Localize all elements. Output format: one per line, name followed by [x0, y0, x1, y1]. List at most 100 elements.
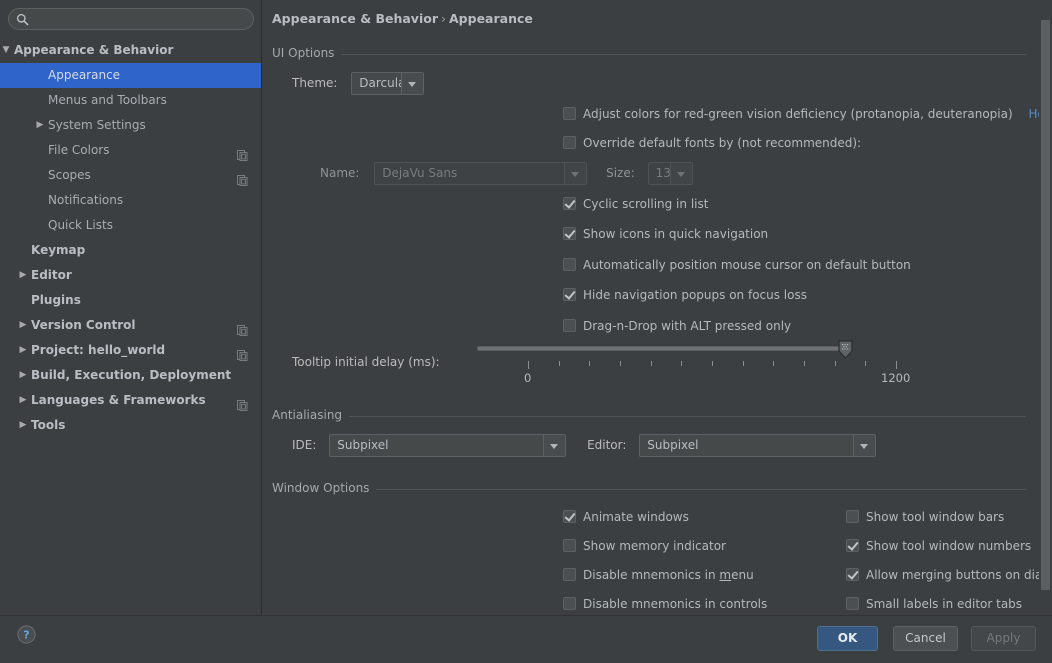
checkbox-row-show-tool-window-numbers[interactable]: Show tool window numbers [846, 539, 1031, 553]
chevron-right-icon[interactable]: ▶ [17, 263, 29, 288]
copy-settings-icon[interactable] [237, 145, 248, 161]
sidebar-item-appearance-behavior[interactable]: ▼ Appearance & Behavior [0, 38, 261, 63]
copy-settings-icon[interactable] [237, 320, 248, 336]
theme-dropdown[interactable]: Darcula [351, 72, 425, 95]
sidebar-item-notifications[interactable]: Notifications [0, 188, 261, 213]
checkbox-cyclic-scrolling-in-list[interactable] [563, 197, 576, 210]
sidebar-item-editor[interactable]: ▶ Editor [0, 263, 261, 288]
checkbox-row-drag-n-drop-with-alt-pressed-only[interactable]: Drag-n-Drop with ALT pressed only [563, 318, 791, 333]
chevron-right-icon[interactable]: ▶ [17, 388, 29, 413]
checkbox-show-tool-window-bars[interactable] [846, 510, 859, 523]
slider-tick [742, 361, 744, 366]
checkbox-drag-n-drop-with-alt-pressed-only[interactable] [563, 318, 576, 332]
tooltip-delay-slider[interactable]: 0 1200 [473, 339, 910, 389]
chevron-right-icon[interactable]: ▶ [17, 413, 29, 438]
override-fonts-checkbox[interactable] [563, 136, 576, 149]
checkbox-small-labels-in-editor-tabs[interactable] [846, 597, 859, 610]
sidebar-item-tools[interactable]: ▶ Tools [0, 413, 261, 438]
slider-thumb[interactable] [838, 340, 853, 359]
checkbox-row-allow-merging-buttons-on-dialogs[interactable]: Allow merging buttons on dialogs [846, 568, 1052, 582]
copy-settings-icon[interactable] [237, 170, 248, 186]
checkbox-row-small-labels-in-editor-tabs[interactable]: Small labels in editor tabs [846, 597, 1022, 611]
font-size-label: Size: [606, 166, 635, 180]
checkbox-animate-windows[interactable] [563, 510, 576, 523]
font-name-value: DejaVu Sans [382, 166, 458, 180]
sidebar-item-menus-and-toolbars[interactable]: Menus and Toolbars [0, 88, 261, 113]
checkbox-hide-navigation-popups-on-focus-loss[interactable] [563, 288, 576, 302]
breadcrumb-separator: › [441, 11, 446, 26]
chevron-right-icon[interactable]: ▶ [17, 313, 29, 338]
slider-tick [558, 361, 560, 366]
copy-settings-icon[interactable] [237, 395, 248, 411]
window-options-title-text: Window Options [272, 481, 377, 495]
chevron-down-icon[interactable] [669, 163, 692, 184]
sidebar-item-keymap[interactable]: Keymap [0, 238, 261, 263]
breadcrumb-parent[interactable]: Appearance & Behavior [272, 11, 438, 26]
sidebar-item-project-hello-world[interactable]: ▶ Project: hello_world [0, 338, 261, 363]
checkbox-row-show-tool-window-bars[interactable]: Show tool window bars [846, 510, 1004, 524]
sidebar-item-languages-frameworks[interactable]: ▶ Languages & Frameworks [0, 388, 261, 413]
ok-button[interactable]: OK [817, 626, 878, 651]
help-button[interactable]: ? [17, 625, 36, 644]
checkbox-show-memory-indicator[interactable] [563, 539, 576, 552]
checkbox-row-disable-mnemonics-in-controls[interactable]: Disable mnemonics in controls [563, 597, 767, 611]
scrollbar-thumb[interactable] [1041, 20, 1050, 590]
chevron-right-icon[interactable]: ▶ [17, 338, 29, 363]
chevron-right-icon[interactable]: ▶ [34, 113, 46, 138]
checkbox-label: Show memory indicator [583, 539, 726, 553]
checkbox-label: Show tool window numbers [866, 539, 1032, 553]
checkbox-row-animate-windows[interactable]: Animate windows [563, 510, 689, 524]
sidebar-item-scopes[interactable]: Scopes [0, 163, 261, 188]
copy-settings-icon[interactable] [237, 345, 248, 361]
ide-antialiasing-dropdown[interactable]: Subpixel [329, 434, 567, 457]
chevron-down-icon[interactable] [543, 435, 566, 456]
chevron-down-icon[interactable] [564, 163, 587, 184]
sidebar-item-version-control[interactable]: ▶ Version Control [0, 313, 261, 338]
sidebar-item-file-colors[interactable]: File Colors [0, 138, 261, 163]
slider-max-label: 1200 [881, 371, 911, 385]
sidebar-item-system-settings[interactable]: ▶ System Settings [0, 113, 261, 138]
checkbox-disable-mnemonics-in-menu[interactable] [563, 568, 576, 581]
vertical-scrollbar[interactable] [1039, 0, 1052, 615]
sidebar-item-plugins[interactable]: Plugins [0, 288, 261, 313]
checkbox-automatically-position-mouse-cursor-on-default-button[interactable] [563, 257, 576, 271]
checkbox-label: Show icons in quick navigation [583, 227, 769, 242]
font-row: Name: DejaVu Sans Size: 13 [320, 162, 693, 185]
checkbox-row-automatically-position-mouse-cursor-on-default-button[interactable]: Automatically position mouse cursor on d… [563, 257, 911, 272]
editor-antialiasing-dropdown[interactable]: Subpixel [639, 434, 877, 457]
font-name-dropdown[interactable]: DejaVu Sans [374, 162, 588, 185]
checkbox-row-show-icons-in-quick-navigation[interactable]: Show icons in quick navigation [563, 227, 768, 241]
checkbox-row-cyclic-scrolling-in-list[interactable]: Cyclic scrolling in list [563, 197, 708, 211]
search-field[interactable] [8, 8, 254, 30]
checkbox-row-show-memory-indicator[interactable]: Show memory indicator [563, 539, 726, 553]
slider-track[interactable] [477, 346, 845, 351]
ide-antialiasing-value: Subpixel [337, 438, 389, 452]
window-options-title: Window Options [272, 481, 1026, 497]
sidebar-item-quick-lists[interactable]: Quick Lists [0, 213, 261, 238]
checkbox-row-disable-mnemonics-in-menu[interactable]: Disable mnemonics in menu [563, 568, 754, 582]
search-box[interactable] [8, 8, 254, 30]
apply-button[interactable]: Apply [971, 626, 1036, 651]
chevron-right-icon[interactable]: ▶ [17, 363, 29, 388]
checkbox-disable-mnemonics-in-controls[interactable] [563, 597, 576, 610]
cancel-button[interactable]: Cancel [893, 626, 958, 651]
checkbox-label: Cyclic scrolling in list [583, 197, 709, 211]
chevron-down-icon[interactable]: ▼ [0, 38, 12, 63]
override-fonts-row[interactable]: Override default fonts by (not recommend… [563, 136, 861, 150]
chevron-down-icon[interactable] [401, 73, 424, 94]
chevron-down-icon[interactable] [853, 435, 876, 456]
slider-tick [650, 361, 652, 366]
checkbox-allow-merging-buttons-on-dialogs[interactable] [846, 568, 859, 581]
search-input[interactable] [33, 11, 245, 29]
color-deficiency-checkbox[interactable] [563, 107, 576, 120]
checkbox-show-icons-in-quick-navigation[interactable] [563, 227, 576, 241]
settings-tree: ▼ Appearance & Behavior Appearance Menus an… [0, 38, 261, 615]
antialiasing-row: IDE: Subpixel Editor: Subpixel [292, 434, 877, 457]
checkbox-show-tool-window-numbers[interactable] [846, 539, 859, 552]
font-size-dropdown[interactable]: 13 [647, 162, 693, 185]
color-deficiency-row[interactable]: Adjust colors for red-green vision defic… [563, 107, 1052, 121]
sidebar-item-appearance[interactable]: Appearance [0, 63, 261, 88]
checkbox-row-hide-navigation-popups-on-focus-loss[interactable]: Hide navigation popups on focus loss [563, 288, 807, 302]
sidebar-item-build-execution-deployment[interactable]: ▶ Build, Execution, Deployment [0, 363, 261, 388]
sidebar-item-label: Editor [31, 268, 72, 282]
